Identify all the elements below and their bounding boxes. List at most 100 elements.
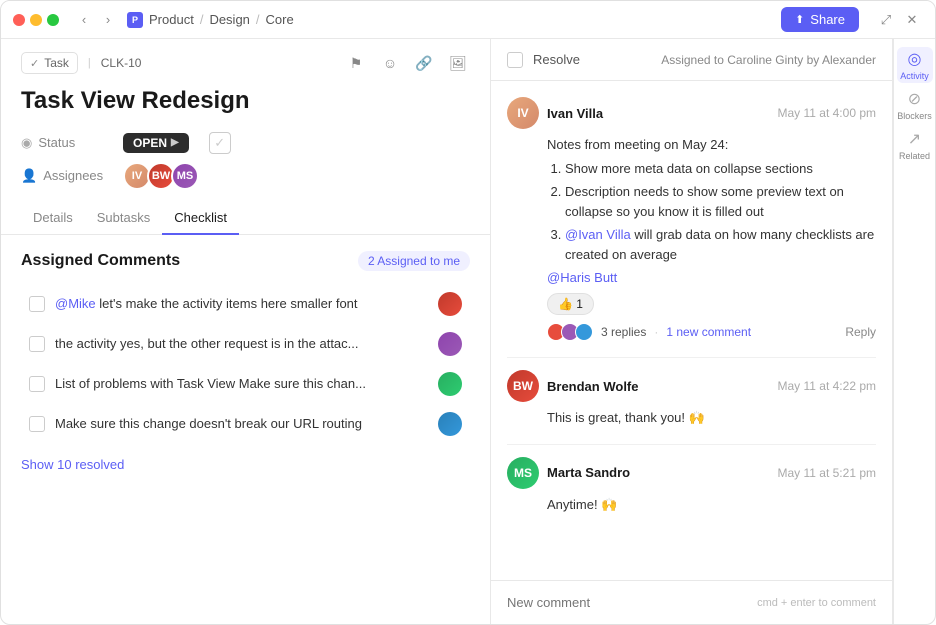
- status-label: ◉ Status: [21, 135, 111, 151]
- mention-tag-haris: @Haris Butt: [507, 270, 876, 285]
- comment-text-brendan: This is great, thank you! 🙌: [547, 408, 876, 428]
- author-marta: Marta Sandro: [547, 465, 630, 480]
- expand-button[interactable]: ⤢: [875, 9, 897, 31]
- title-bar: ‹ › P Product / Design / Core ⬆ Share ⤢ …: [1, 1, 935, 39]
- comment-list-ivan: Show more meta data on collapse sections…: [547, 159, 876, 265]
- comment-marta-header: MS Marta Sandro May 11 at 5:21 pm: [507, 457, 876, 489]
- item-text-2: the activity yes, but the other request …: [55, 336, 428, 351]
- section-header: Assigned Comments 2 Assigned to me: [21, 251, 470, 271]
- back-button[interactable]: ‹: [73, 9, 95, 31]
- item-avatar-1: [438, 292, 462, 316]
- status-field-icon: ◉: [21, 135, 32, 151]
- item-avatar-4: [438, 412, 462, 436]
- status-text: OPEN: [133, 136, 167, 150]
- assignees-label: 👤 Assignees: [21, 168, 111, 184]
- checkbox-2[interactable]: [29, 336, 45, 352]
- comment-input-row: cmd + enter to comment: [507, 591, 876, 614]
- time-marta: May 11 at 5:21 pm: [778, 466, 877, 480]
- tab-subtasks[interactable]: Subtasks: [85, 202, 162, 235]
- checkbox-3[interactable]: [29, 376, 45, 392]
- link-button[interactable]: 🔗: [412, 51, 436, 75]
- status-check-button[interactable]: ✓: [209, 132, 231, 154]
- forward-button[interactable]: ›: [97, 9, 119, 31]
- reaction-thumbsup[interactable]: 👍 1: [547, 293, 594, 315]
- task-type-badge: ✓ Task: [21, 52, 78, 74]
- time-brendan: May 11 at 4:22 pm: [778, 379, 877, 393]
- comment-body-brendan: This is great, thank you! 🙌: [507, 408, 876, 428]
- comment-brendan: BW Brendan Wolfe May 11 at 4:22 pm This …: [507, 370, 876, 428]
- sidebar-blockers-button[interactable]: ⊘ Blockers: [897, 87, 933, 123]
- breadcrumb-core[interactable]: Core: [266, 12, 294, 27]
- tab-checklist[interactable]: Checklist: [162, 202, 239, 235]
- sidebar-activity-button[interactable]: ◎ Activity: [897, 47, 933, 83]
- task-type-icon: ✓: [30, 57, 39, 70]
- comment-text-ivan: Notes from meeting on May 24:: [547, 135, 876, 155]
- right-panel: Resolve Assigned to Caroline Ginty by Al…: [491, 39, 935, 624]
- item-text-1: @Mike let's make the activity items here…: [55, 296, 428, 311]
- item-text-4: Make sure this change doesn't break our …: [55, 416, 428, 431]
- assignees-icon: 👤: [21, 168, 37, 184]
- minimize-button[interactable]: [30, 14, 42, 26]
- activity-panel: Resolve Assigned to Caroline Ginty by Al…: [491, 39, 893, 624]
- tab-details[interactable]: Details: [21, 202, 85, 235]
- left-panel: ✓ Task | CLK-10 ⚑ ☺ 🔗 🖼 Task View Redesi…: [1, 39, 491, 624]
- task-header: ✓ Task | CLK-10 ⚑ ☺ 🔗 🖼 Task View Redesi…: [1, 39, 490, 202]
- task-meta-row: ✓ Task | CLK-10 ⚑ ☺ 🔗 🖼: [21, 51, 470, 75]
- breadcrumb-design[interactable]: Design: [209, 12, 249, 27]
- flag-button[interactable]: ⚑: [344, 51, 368, 75]
- divider-1: [507, 357, 876, 358]
- emoji-button[interactable]: ☺: [378, 51, 402, 75]
- sidebar-icons: ◎ Activity ⊘ Blockers ↗ Related: [893, 39, 935, 624]
- image-button[interactable]: 🖼: [446, 51, 470, 75]
- main-content: ✓ Task | CLK-10 ⚑ ☺ 🔗 🖼 Task View Redesi…: [1, 39, 935, 624]
- author-brendan: Brendan Wolfe: [547, 379, 639, 394]
- share-icon: ⬆: [795, 13, 804, 26]
- assigned-to-text: Assigned to Caroline Ginty by Alexander: [661, 53, 876, 67]
- task-title: Task View Redesign: [21, 87, 470, 116]
- nav-arrows: ‹ ›: [73, 9, 119, 31]
- avatar-brendan: BW: [507, 370, 539, 402]
- maximize-button[interactable]: [47, 14, 59, 26]
- close-window-button[interactable]: ✕: [901, 9, 923, 31]
- sidebar-related-button[interactable]: ↗ Related: [897, 127, 933, 163]
- comment-ivan: IV Ivan Villa May 11 at 4:00 pm Notes fr…: [507, 97, 876, 341]
- reply-bar-ivan: 3 replies · 1 new comment Reply: [507, 323, 876, 341]
- assignees-field: 👤 Assignees IV BW MS: [21, 162, 470, 190]
- checkbox-1[interactable]: [29, 296, 45, 312]
- checklist-item-3: List of problems with Task View Make sur…: [21, 365, 470, 403]
- reply-avatar-3: [575, 323, 593, 341]
- comment-input-area: cmd + enter to comment: [491, 580, 892, 624]
- share-button[interactable]: ⬆ Share: [781, 7, 859, 32]
- new-comment-link[interactable]: 1 new comment: [666, 325, 751, 339]
- show-resolved-button[interactable]: Show 10 resolved: [21, 457, 124, 472]
- section-title: Assigned Comments: [21, 252, 180, 270]
- checklist-item-1: @Mike let's make the activity items here…: [21, 285, 470, 323]
- activity-icon: ◎: [908, 49, 922, 69]
- author-ivan: Ivan Villa: [547, 106, 603, 121]
- status-field: ◉ Status OPEN ▶ ✓: [21, 132, 470, 154]
- breadcrumb-product[interactable]: Product: [149, 12, 194, 27]
- list-item-3: @Ivan Villa will grab data on how many c…: [565, 225, 876, 264]
- close-button[interactable]: [13, 14, 25, 26]
- assigned-badge[interactable]: 2 Assigned to me: [358, 251, 470, 271]
- item-avatar-2: [438, 332, 462, 356]
- comment-input[interactable]: [507, 591, 749, 614]
- tabs: Details Subtasks Checklist: [1, 202, 490, 235]
- checkbox-4[interactable]: [29, 416, 45, 432]
- task-id: CLK-10: [101, 56, 142, 70]
- avatar-3[interactable]: MS: [171, 162, 199, 190]
- reply-button[interactable]: Reply: [845, 325, 876, 339]
- activity-label: Activity: [900, 71, 929, 81]
- dot-sep: ·: [654, 325, 658, 339]
- related-icon: ↗: [908, 129, 921, 149]
- status-badge[interactable]: OPEN ▶: [123, 133, 189, 153]
- avatar-marta: MS: [507, 457, 539, 489]
- replies-text[interactable]: 3 replies: [601, 325, 646, 339]
- comment-brendan-header: BW Brendan Wolfe May 11 at 4:22 pm: [507, 370, 876, 402]
- resolve-checkbox[interactable]: [507, 52, 523, 68]
- comment-shortcut: cmd + enter to comment: [757, 597, 876, 609]
- mention-ivan-villa: @Ivan Villa: [565, 227, 631, 242]
- checklist-item-2: the activity yes, but the other request …: [21, 325, 470, 363]
- resolve-label: Resolve: [533, 52, 580, 67]
- list-item-1: Show more meta data on collapse sections: [565, 159, 876, 179]
